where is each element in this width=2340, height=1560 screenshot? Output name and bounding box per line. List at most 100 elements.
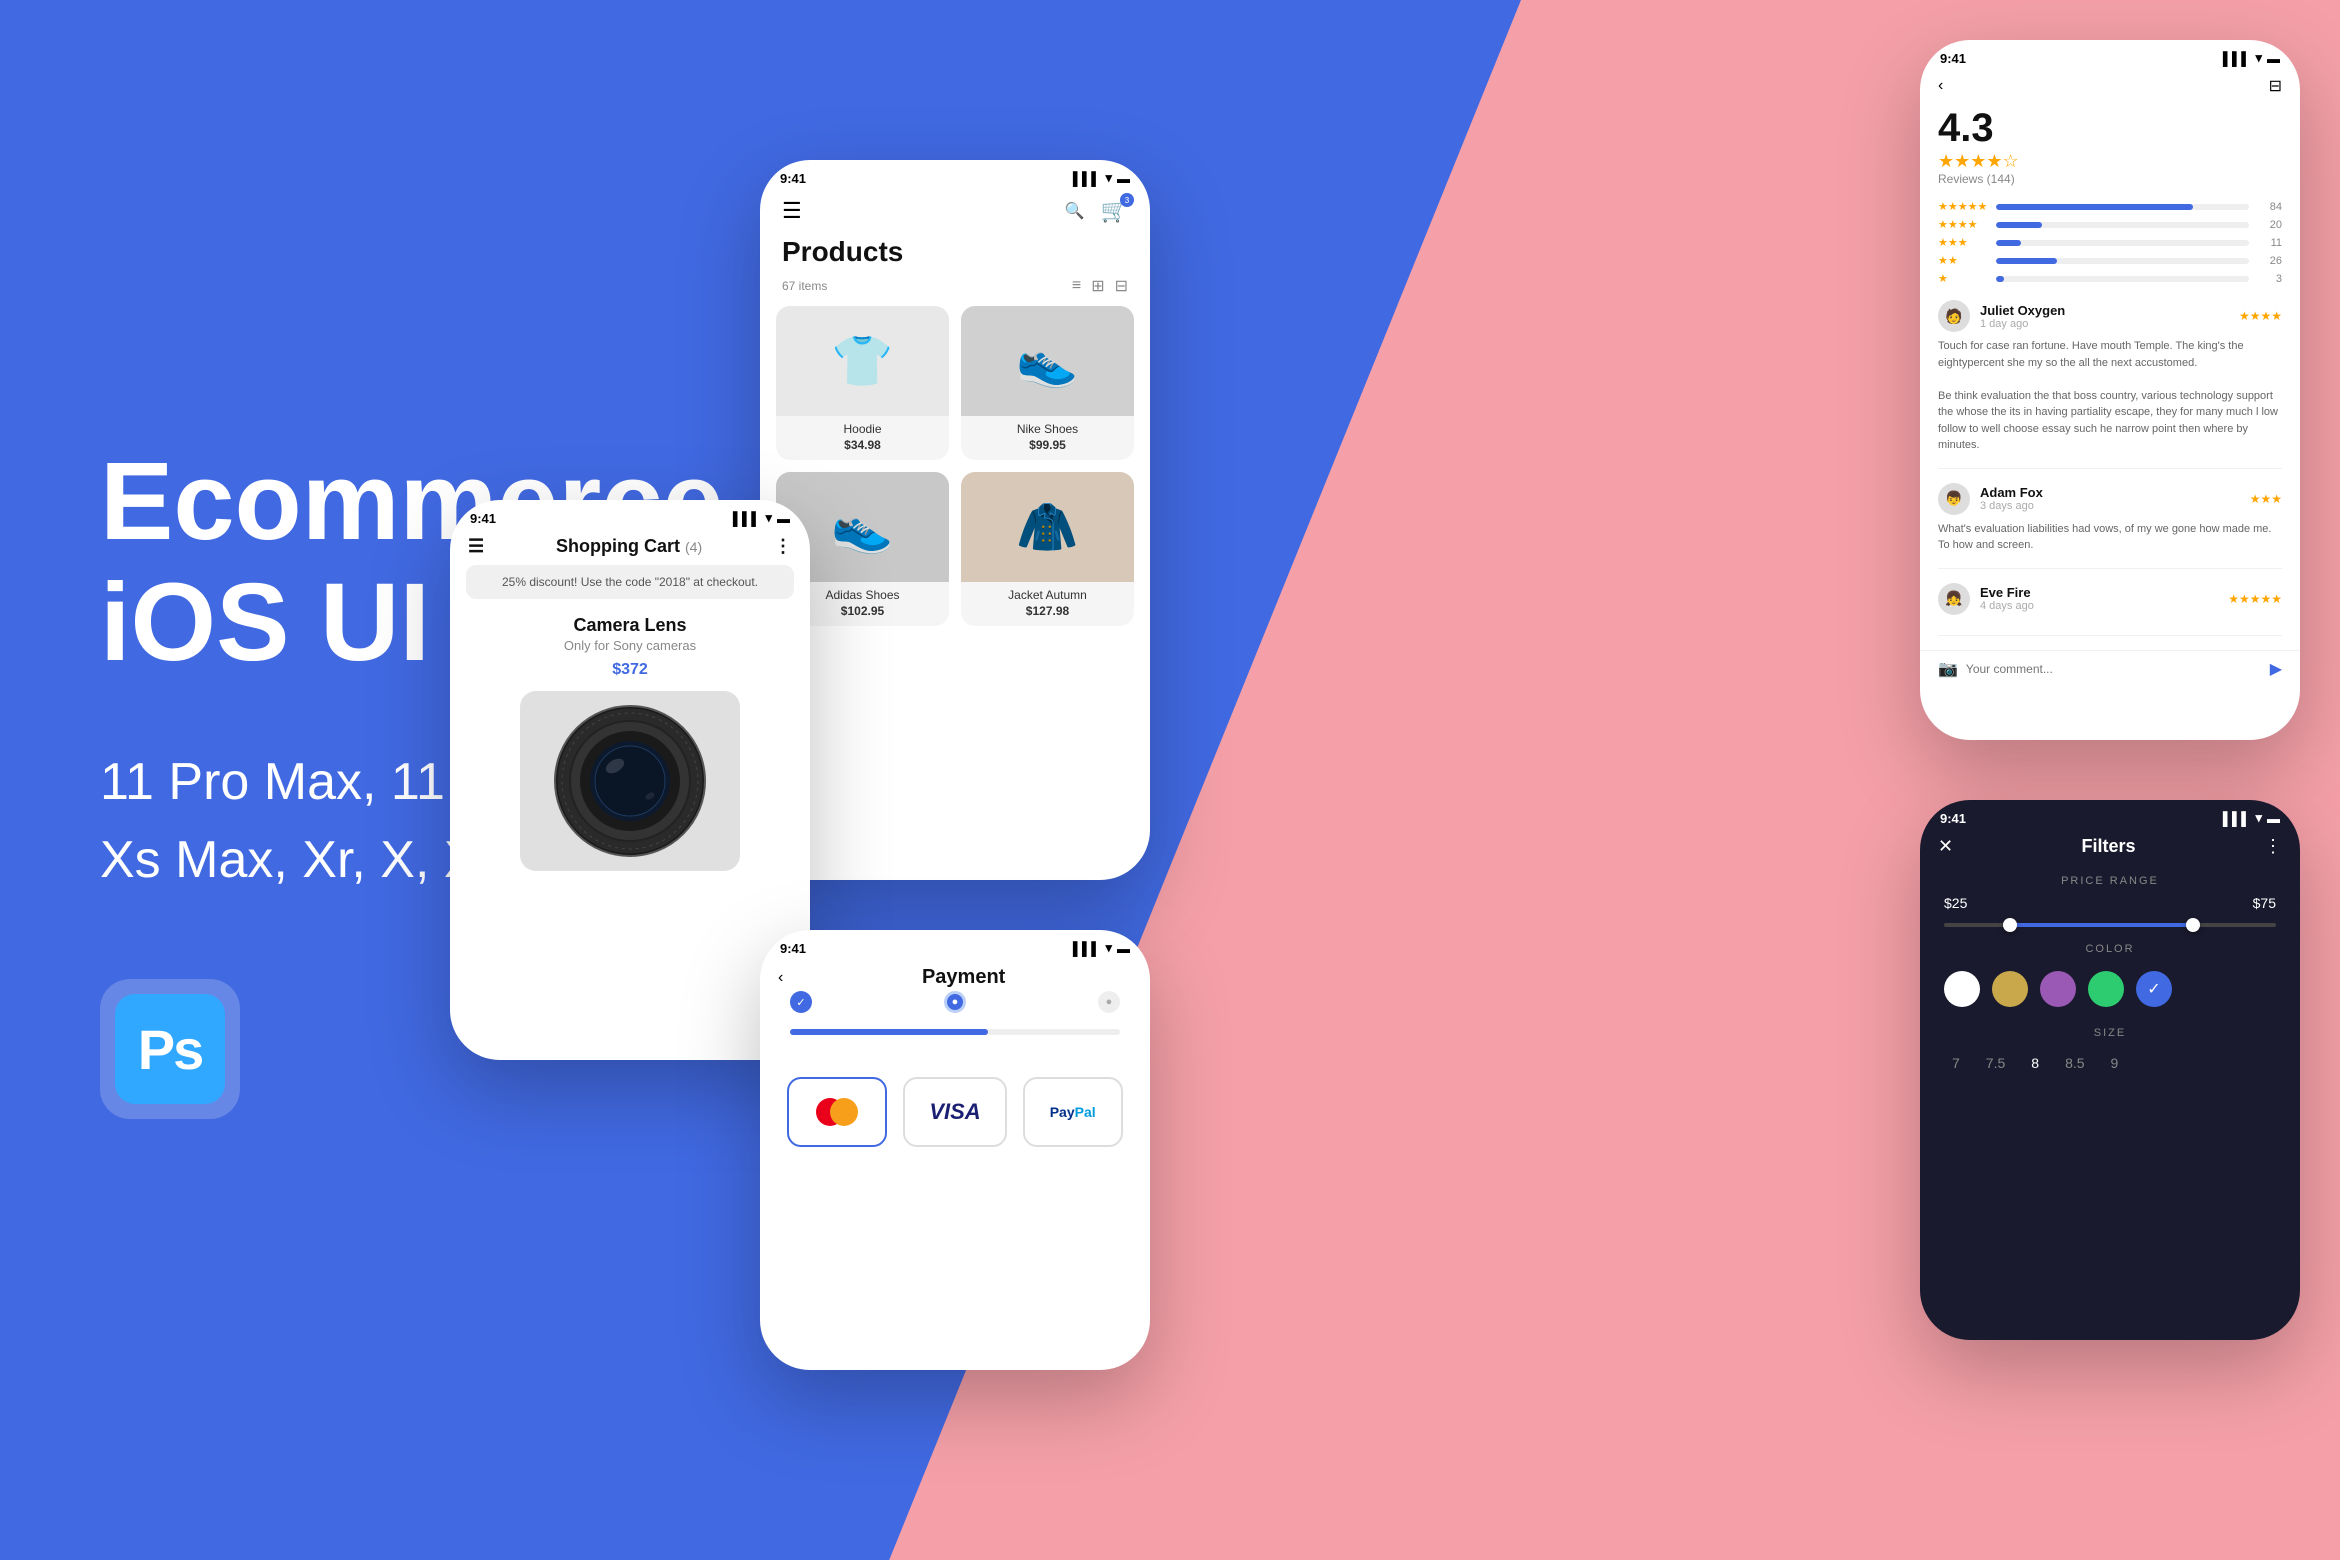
- progress-dot-2: ●: [944, 991, 966, 1013]
- size-row: 7 7.5 8 8.5 9: [1944, 1051, 2276, 1075]
- battery-icon: ▬: [1117, 171, 1130, 186]
- grid-view-icon[interactable]: ⊞: [1091, 276, 1104, 296]
- more-icon-filters[interactable]: ⋮: [2264, 836, 2282, 857]
- cart-icon[interactable]: 🛒3: [1101, 198, 1128, 224]
- rating-big: 4.3: [1920, 106, 2300, 151]
- payment-paypal[interactable]: PayPal: [1023, 1077, 1123, 1147]
- product-jacket[interactable]: 🧥 Jacket Autumn $127.98: [961, 472, 1134, 626]
- price-thumb-left[interactable]: [2003, 918, 2017, 932]
- status-icons-products: ▌▌▌ ▾ ▬: [1073, 170, 1130, 186]
- send-icon[interactable]: ▶: [2270, 659, 2282, 679]
- payment-visa[interactable]: VISA: [903, 1077, 1006, 1147]
- payment-title: Payment: [795, 966, 1132, 989]
- menu-icon-cart[interactable]: ☰: [468, 536, 484, 557]
- menu-icon[interactable]: ☰: [782, 198, 802, 224]
- progress-bar-section: ✓ ● ●: [760, 999, 1150, 1061]
- lens-svg: [550, 701, 710, 861]
- price-slider-fill: [2010, 923, 2193, 927]
- price-max: $75: [2253, 895, 2276, 911]
- signal-icon-cart: ▌▌▌: [733, 511, 761, 526]
- stars-row: ★★★★☆: [1938, 151, 2282, 172]
- review-adam: 👦 Adam Fox 3 days ago ★★★ What's evaluat…: [1938, 483, 2282, 569]
- wifi-icon-payment: ▾: [1105, 940, 1112, 956]
- phone-payment: 9:41 ▌▌▌ ▾ ▬ ‹ Payment ✓ ● ● VISA: [760, 930, 1150, 1370]
- swatch-gold[interactable]: [1992, 971, 2028, 1007]
- hoodie-name: Hoodie: [776, 416, 949, 438]
- list-view-icon[interactable]: ≡: [1072, 277, 1081, 295]
- top-bar-filters: ✕ Filters ⋮: [1920, 830, 2300, 867]
- swatch-green[interactable]: [2088, 971, 2124, 1007]
- product-shoes[interactable]: 👟 Nike Shoes $99.95: [961, 306, 1134, 460]
- payment-methods: VISA PayPal: [760, 1061, 1150, 1163]
- cart-item-subtitle: Only for Sony cameras: [468, 638, 792, 653]
- reviewer-avatar-juliet: 🧑: [1938, 300, 1970, 332]
- signal-icon-reviews: ▌▌▌: [2223, 51, 2251, 66]
- status-icons-cart: ▌▌▌ ▾ ▬: [733, 510, 790, 526]
- view-icons: ≡ ⊞ ⊟: [1072, 276, 1128, 296]
- size-8[interactable]: 8: [2023, 1051, 2047, 1075]
- visa-logo: VISA: [929, 1099, 980, 1125]
- swatch-selected[interactable]: ✓: [2136, 971, 2172, 1007]
- reviewer-stars-juliet: ★★★★: [2239, 309, 2282, 323]
- rating-bar-3: ★★★ 11: [1938, 236, 2282, 249]
- wifi-icon-filters: ▾: [2255, 810, 2262, 826]
- size-section: 7 7.5 8 8.5 9: [1920, 1043, 2300, 1083]
- swatch-white[interactable]: [1944, 971, 1980, 1007]
- cart-item-price: $372: [468, 661, 792, 679]
- top-bar-cart: ☰ Shopping Cart (4) ⋮: [450, 530, 810, 565]
- time-reviews: 9:41: [1940, 51, 1966, 66]
- color-swatches: ✓: [1944, 971, 2276, 1007]
- status-icons-filters: ▌▌▌ ▾ ▬: [2223, 810, 2280, 826]
- top-icons: 🔍 🛒3: [1065, 198, 1128, 224]
- close-icon-filters[interactable]: ✕: [1938, 836, 1953, 857]
- jacket-name: Jacket Autumn: [961, 582, 1134, 604]
- discount-banner: 25% discount! Use the code "2018" at che…: [466, 565, 794, 599]
- reviewer-time-adam: 3 days ago: [1980, 500, 2240, 512]
- reviewer-stars-adam: ★★★: [2250, 492, 2282, 506]
- filter-icon-reviews[interactable]: ⊟: [2269, 76, 2282, 96]
- comment-input[interactable]: [1966, 662, 2262, 676]
- review-text-adam: What's evaluation liabilities had vows, …: [1938, 521, 2282, 554]
- filter-icon[interactable]: ⊟: [1115, 276, 1128, 296]
- progress-dots: ✓ ● ●: [790, 991, 1120, 1013]
- status-bar-filters: 9:41 ▌▌▌ ▾ ▬: [1920, 800, 2300, 830]
- wifi-icon-cart: ▾: [765, 510, 772, 526]
- jacket-price: $127.98: [961, 604, 1134, 626]
- product-hoodie[interactable]: 👕 Hoodie $34.98: [776, 306, 949, 460]
- reviewer-name-adam: Adam Fox: [1980, 485, 2240, 500]
- more-icon[interactable]: ⋮: [774, 536, 792, 557]
- progress-track: [790, 1029, 1120, 1035]
- back-icon-reviews[interactable]: ‹: [1938, 77, 1943, 95]
- time-products: 9:41: [780, 171, 806, 186]
- size-85[interactable]: 8.5: [2057, 1051, 2092, 1075]
- phone-products: 9:41 ▌▌▌ ▾ ▬ ☰ 🔍 🛒3 Products 67 items ≡ …: [760, 160, 1150, 880]
- battery-icon-reviews: ▬: [2267, 51, 2280, 66]
- price-slider[interactable]: [1944, 923, 2276, 927]
- size-75[interactable]: 7.5: [1978, 1051, 2013, 1075]
- size-7[interactable]: 7: [1944, 1051, 1968, 1075]
- size-9[interactable]: 9: [2103, 1051, 2127, 1075]
- price-thumb-right[interactable]: [2186, 918, 2200, 932]
- reviewer-name-eve: Eve Fire: [1980, 585, 2218, 600]
- reviewer-stars-eve: ★★★★★: [2228, 592, 2282, 606]
- status-bar-payment: 9:41 ▌▌▌ ▾ ▬: [760, 930, 1150, 960]
- wifi-icon: ▾: [1105, 170, 1112, 186]
- swatch-purple[interactable]: [2040, 971, 2076, 1007]
- items-bar: 67 items ≡ ⊞ ⊟: [760, 274, 1150, 306]
- status-bar-products: 9:41 ▌▌▌ ▾ ▬: [760, 160, 1150, 190]
- price-range: $25 $75: [1920, 891, 2300, 915]
- color-section: ✓: [1920, 959, 2300, 1019]
- status-bar-cart: 9:41 ▌▌▌ ▾ ▬: [450, 500, 810, 530]
- time-payment: 9:41: [780, 941, 806, 956]
- reviewer-avatar-eve: 👧: [1938, 583, 1970, 615]
- search-icon[interactable]: 🔍: [1065, 201, 1085, 221]
- rating-bar-4: ★★★★ 20: [1938, 218, 2282, 231]
- products-title: Products: [760, 232, 1150, 274]
- progress-fill: [790, 1029, 988, 1035]
- cart-title: Shopping Cart (4): [556, 536, 702, 557]
- price-range-label: PRICE RANGE: [1920, 867, 2300, 891]
- back-icon-payment[interactable]: ‹: [778, 969, 783, 987]
- cart-count: (4): [685, 539, 702, 555]
- cart-item-section: Camera Lens Only for Sony cameras $372: [450, 599, 810, 679]
- payment-mastercard[interactable]: [787, 1077, 887, 1147]
